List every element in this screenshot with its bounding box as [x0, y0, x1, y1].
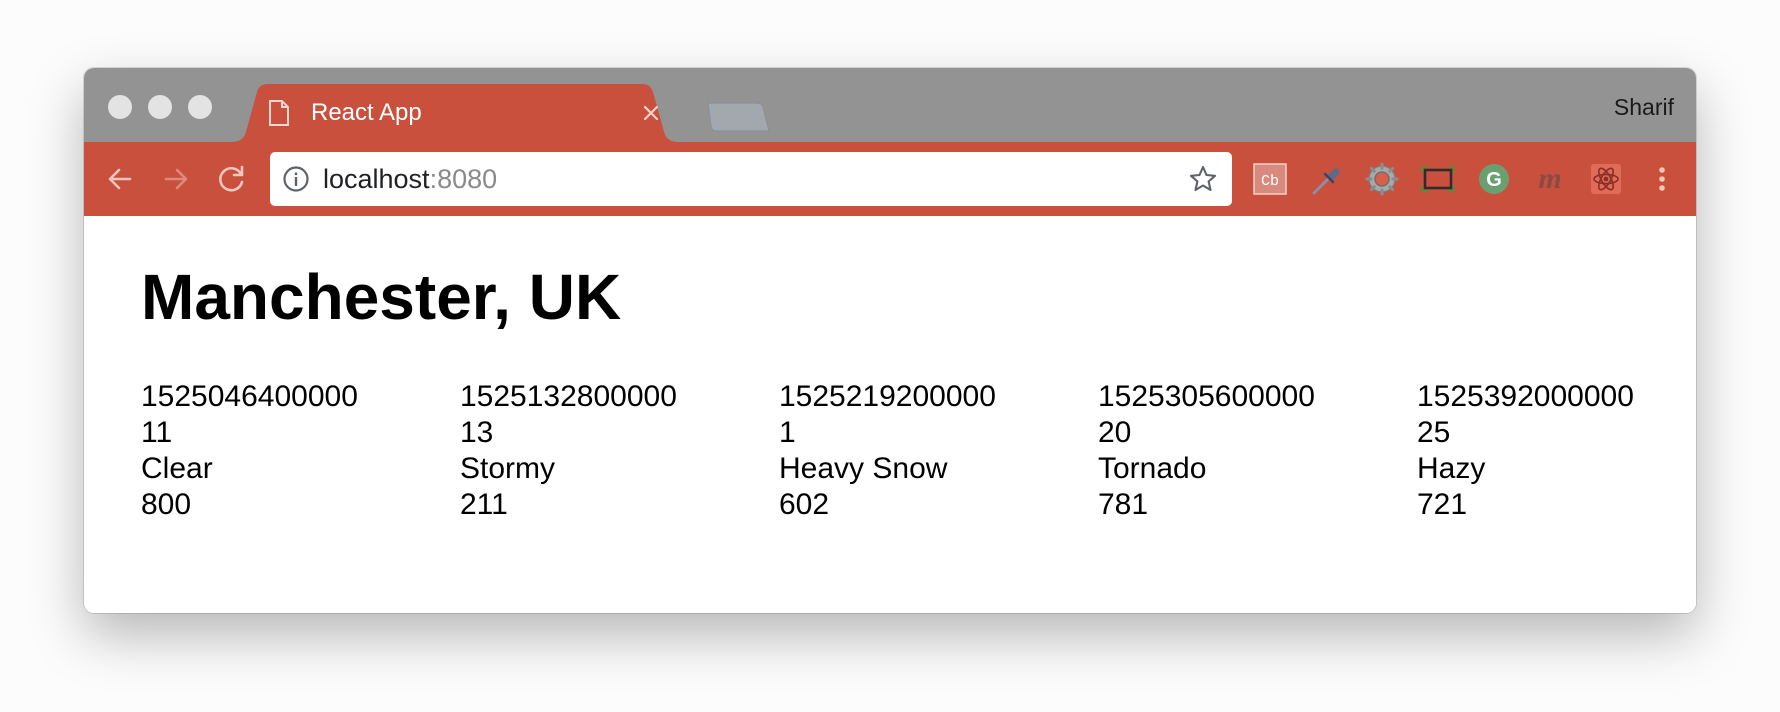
tab-react-app[interactable]: React App — [231, 84, 679, 142]
forecast-condition: Heavy Snow — [779, 452, 948, 485]
forecast-item: 1525219200000 1 Heavy Snow 602 — [779, 379, 1079, 523]
forecast-timestamp: 1525219200000 — [779, 380, 996, 413]
maximize-window-button[interactable] — [188, 95, 212, 119]
forecast-condition: Hazy — [1417, 452, 1486, 485]
tab-strip: React App Sharif — [84, 68, 1696, 142]
page-title: Manchester, UK — [141, 261, 622, 333]
forecast-condition: Stormy — [460, 452, 556, 485]
browser-toolbar: localhost:8080 Cb G m — [84, 142, 1696, 216]
browser-menu-icon[interactable] — [1650, 161, 1674, 197]
forecast-list: 1525046400000 11 Clear 800 1525132800000… — [141, 379, 1681, 539]
forecast-timestamp: 1525046400000 — [141, 380, 358, 413]
forecast-temperature: 25 — [1417, 416, 1451, 449]
url-port: :8080 — [429, 164, 498, 194]
m-extension-label: m — [1538, 162, 1561, 195]
settings-gear-extension-icon[interactable] — [1364, 161, 1400, 197]
tab-background — [231, 84, 679, 142]
eyedropper-extension-icon[interactable] — [1308, 161, 1344, 197]
close-window-button[interactable] — [108, 95, 132, 119]
react-devtools-extension-icon[interactable] — [1588, 161, 1624, 197]
cb-extension-label: Cb — [1261, 173, 1279, 190]
forecast-condition: Tornado — [1098, 452, 1207, 485]
screenshot-frame-extension-icon[interactable] — [1420, 161, 1456, 197]
desktop-background: React App Sharif localhost:8080 Cb G m M… — [0, 0, 1780, 712]
forecast-code: 602 — [779, 488, 830, 521]
forecast-timestamp: 1525392000000 — [1417, 380, 1634, 413]
grammarly-extension-icon[interactable]: G — [1476, 161, 1512, 197]
close-tab-icon[interactable] — [639, 101, 663, 125]
grammarly-extension-label: G — [1486, 169, 1502, 191]
new-tab-button[interactable] — [705, 101, 771, 133]
forecast-code: 211 — [460, 488, 508, 521]
forecast-timestamp: 1525305600000 — [1098, 380, 1315, 413]
back-arrow-icon[interactable] — [102, 161, 138, 197]
forecast-condition: Clear — [141, 452, 213, 485]
minimize-window-button[interactable] — [148, 95, 172, 119]
forecast-temperature: 20 — [1098, 416, 1132, 449]
bookmark-star-icon[interactable] — [1188, 164, 1218, 194]
forecast-item: 1525132800000 13 Stormy 211 — [460, 379, 760, 523]
page-icon — [267, 99, 291, 127]
cb-extension-icon[interactable]: Cb — [1252, 161, 1288, 197]
browser-window: React App Sharif localhost:8080 Cb G m M… — [84, 68, 1696, 613]
forecast-temperature: 1 — [779, 416, 796, 449]
forecast-item: 1525046400000 11 Clear 800 — [141, 379, 441, 523]
forecast-item: 1525305600000 20 Tornado 781 — [1098, 379, 1398, 523]
forecast-code: 721 — [1417, 488, 1468, 521]
forecast-item: 1525392000000 25 Hazy 721 — [1417, 379, 1696, 523]
reload-icon[interactable] — [214, 161, 250, 197]
forecast-timestamp: 1525132800000 — [460, 380, 677, 413]
page-content: Manchester, UK 1525046400000 11 Clear 80… — [84, 216, 1696, 613]
address-bar[interactable]: localhost:8080 — [270, 152, 1232, 206]
forecast-code: 781 — [1098, 488, 1149, 521]
tab-title: React App — [311, 99, 422, 126]
forward-arrow-icon[interactable] — [158, 161, 194, 197]
m-extension-icon[interactable]: m — [1532, 161, 1568, 197]
forecast-temperature: 11 — [141, 416, 173, 449]
forecast-code: 800 — [141, 488, 192, 521]
info-icon[interactable] — [282, 165, 310, 193]
profile-name[interactable]: Sharif — [1614, 94, 1674, 121]
url-host: localhost — [323, 164, 430, 194]
url-text[interactable]: localhost:8080 — [323, 164, 497, 194]
forecast-temperature: 13 — [460, 416, 494, 449]
